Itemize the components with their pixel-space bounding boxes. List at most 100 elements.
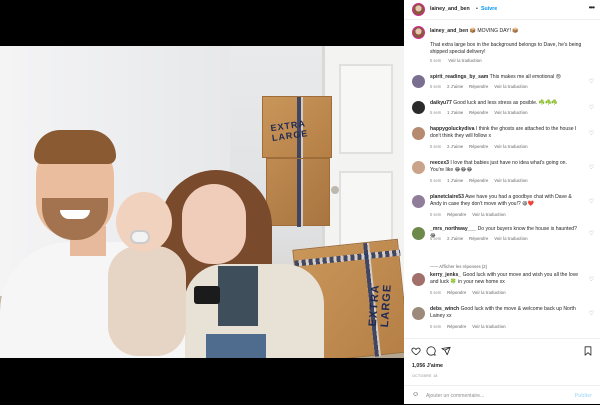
comment-like-heart-icon[interactable]: ♡ [589, 164, 594, 171]
commenter-username[interactable]: kerry_jenks_ [430, 272, 461, 278]
commenter-avatar[interactable] [412, 227, 425, 240]
commenter-avatar[interactable] [412, 75, 425, 88]
comment-likes[interactable]: 2 J'aime [447, 84, 463, 89]
likes-count[interactable]: 1,056 J'aime [412, 363, 443, 369]
comment-like-heart-icon[interactable]: ♡ [589, 78, 594, 85]
see-translation-link[interactable]: Voir la traduction [494, 144, 527, 149]
see-translation-link[interactable]: Voir la traduction [494, 84, 527, 89]
comment-time: 5 sem [430, 211, 442, 217]
comment-time: 5 sem [430, 177, 442, 183]
comment-body: reecex3 I love that babies just have no … [430, 160, 580, 175]
reply-link[interactable]: Répondre [447, 290, 466, 295]
commenter-avatar[interactable] [412, 161, 425, 174]
reply-link[interactable]: Répondre [447, 324, 466, 329]
reply-link[interactable]: Répondre [469, 84, 488, 89]
author-avatar[interactable] [412, 3, 425, 16]
comment-like-heart-icon[interactable]: ♡ [589, 130, 594, 137]
commenter-username[interactable]: daikyu77 [430, 100, 452, 106]
reply-link[interactable]: Répondre [447, 212, 466, 217]
camera-in-hand [194, 286, 220, 304]
comment-likes[interactable]: 2 J'aime [447, 236, 463, 241]
reply-link[interactable]: Répondre [469, 236, 488, 241]
smiley-icon[interactable]: ☺ [412, 391, 419, 398]
comment-like-heart-icon[interactable]: ♡ [589, 104, 594, 111]
commenter-username[interactable]: planetclaire53 [430, 194, 464, 200]
commenter-avatar[interactable] [412, 307, 425, 320]
see-translation-link[interactable]: Voir la traduction [448, 58, 481, 63]
commenter-username[interactable]: spirit_readings_by_sam [430, 74, 488, 80]
commenter-avatar[interactable] [412, 273, 425, 286]
commenter-avatar[interactable] [412, 195, 425, 208]
follow-button[interactable]: Suivre [481, 6, 497, 12]
reply-link[interactable]: Répondre [469, 178, 488, 183]
caption-meta: 5 sem Voir la traduction [430, 58, 488, 63]
post-comment-button[interactable]: Publier [575, 393, 592, 399]
see-translation-link[interactable]: Voir la traduction [472, 324, 505, 329]
commenter-avatar[interactable] [412, 101, 425, 114]
comment-time: 5 sem [430, 289, 442, 295]
see-translation-link[interactable]: Voir la traduction [494, 110, 527, 115]
commenter-avatar[interactable] [412, 127, 425, 140]
author-username[interactable]: lainey_and_ben [430, 6, 470, 12]
comment-time: 5 sem [430, 236, 442, 242]
comment-time: 5 sem [430, 323, 442, 329]
comment-text: I love that babies just have no idea wha… [430, 160, 567, 174]
comment-likes[interactable]: 1 J'aime [447, 110, 463, 115]
add-comment-input[interactable]: Ajouter un commentaire... [426, 393, 484, 399]
commenter-username[interactable]: happygoluckydiva [430, 126, 474, 132]
comment-body: kerry_jenks_ Good luck with your move an… [430, 272, 580, 287]
comment-body: daikyu77 Good luck and less stress as po… [430, 100, 580, 107]
caption-body: That extra large box in the background b… [430, 42, 582, 56]
comment-time: 5 sem [430, 143, 442, 149]
reply-link[interactable]: Répondre [469, 110, 488, 115]
baby-body [108, 246, 186, 356]
paper-plane-icon[interactable] [441, 346, 451, 358]
instagram-post-modal: EXTRA LARGE EXTRA LARGE lainey_and_ben •… [0, 0, 600, 404]
heart-outline-icon[interactable] [411, 346, 421, 358]
comment-body: happygoluckydiva I think the ghosts are … [430, 126, 580, 141]
pacifier [130, 230, 150, 244]
box-label: EXTRA LARGE [269, 118, 309, 144]
box-label: EXTRA LARGE [366, 283, 394, 328]
comment-likes[interactable]: 1 J'aime [447, 178, 463, 183]
commenter-username[interactable]: _mrs_northway___ [430, 226, 476, 232]
comment-text: Good luck and less stress as posible. ☘️… [453, 100, 558, 106]
post-header: lainey_and_ben • Suivre ••• [404, 0, 600, 20]
reply-link[interactable]: Répondre [469, 144, 488, 149]
comment-like-heart-icon[interactable]: ♡ [589, 310, 594, 317]
moving-box: EXTRA LARGE [262, 96, 332, 159]
caption-text: 📦 MOVING DAY! 📦 [469, 28, 519, 34]
post-actions: 1,056 J'aime OCTOBRE 18 ☺ Ajouter un com… [404, 338, 600, 404]
bookmark-icon[interactable] [583, 346, 593, 358]
comment-likes[interactable]: 2 J'aime [447, 144, 463, 149]
woman-jeans [206, 334, 266, 358]
comment-body: planetclaire53 Awe have you had a goodby… [430, 194, 580, 209]
comment-like-heart-icon[interactable]: ♡ [589, 198, 594, 205]
comment-body: debs_winch Good luck with the move & wel… [430, 306, 580, 321]
comment-body: spirit_readings_by_sam This makes me all… [430, 74, 580, 81]
add-comment-bar: ☺ Ajouter un commentaire... Publier [404, 385, 600, 405]
comment-meta: 5 sem Répondre Voir la traduction [430, 212, 512, 217]
see-translation-link[interactable]: Voir la traduction [472, 290, 505, 295]
more-options-icon[interactable]: ••• [589, 3, 595, 12]
comments-list[interactable]: lainey_and_ben 📦 MOVING DAY! 📦 That extr… [404, 20, 600, 338]
comment-bubble-icon[interactable] [426, 346, 436, 358]
see-translation-link[interactable]: Voir la traduction [494, 236, 527, 241]
comment-meta: 5 sem 2 J'aime Répondre Voir la traduction [430, 84, 534, 89]
post-photo[interactable]: EXTRA LARGE EXTRA LARGE [0, 46, 404, 358]
comment-like-heart-icon[interactable]: ♡ [589, 276, 594, 283]
view-replies-link[interactable]: —— Afficher les réponses (2) [430, 264, 487, 269]
woman-face [182, 184, 246, 264]
caption-username[interactable]: lainey_and_ben [430, 28, 468, 34]
post-date: OCTOBRE 18 [412, 374, 438, 378]
comment-like-heart-icon[interactable]: ♡ [589, 230, 594, 237]
commenter-username[interactable]: debs_winch [430, 306, 459, 312]
commenter-username[interactable]: reecex3 [430, 160, 449, 166]
see-translation-link[interactable]: Voir la traduction [472, 212, 505, 217]
author-avatar[interactable] [412, 26, 425, 39]
man-hair [34, 130, 116, 164]
comment-time: 5 sem [430, 84, 442, 90]
comment-text: This makes me all emotional 😢 [489, 74, 561, 80]
see-translation-link[interactable]: Voir la traduction [494, 178, 527, 183]
comment-meta: 5 sem Répondre Voir la traduction [430, 324, 512, 329]
